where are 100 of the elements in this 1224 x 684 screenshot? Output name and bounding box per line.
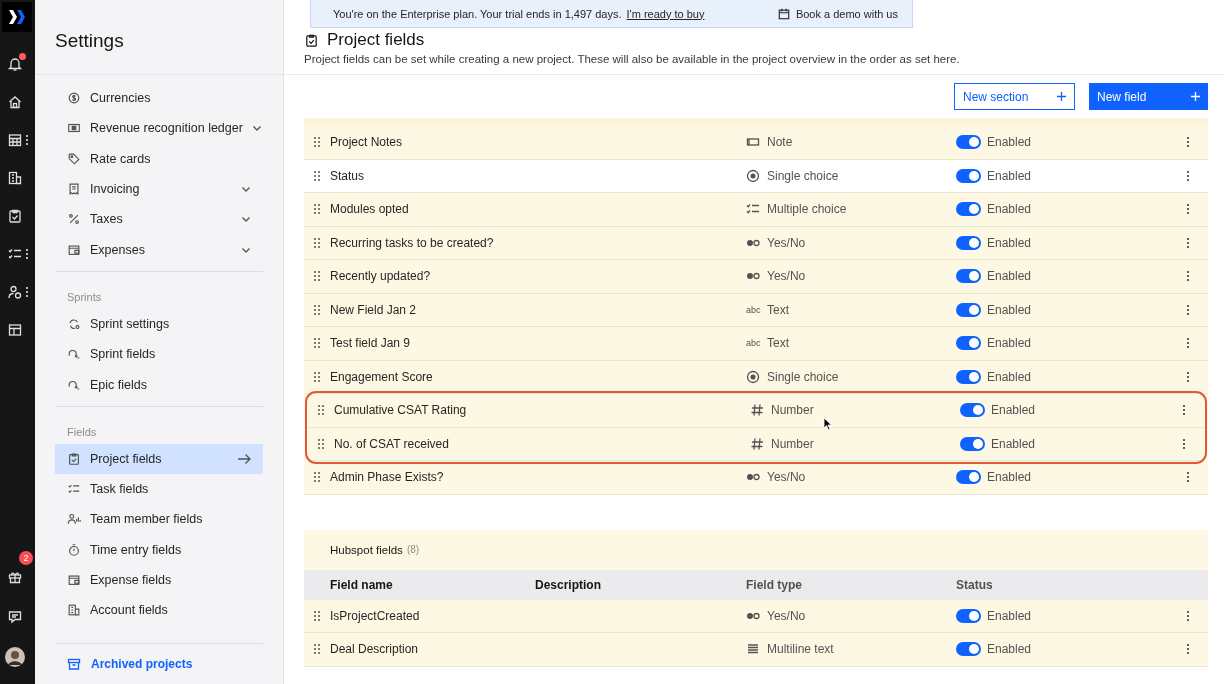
toggle-switch[interactable] [956, 235, 981, 250]
sidebar-item[interactable]: Time entry fields [55, 534, 263, 565]
row-menu-button[interactable] [1186, 203, 1190, 216]
book-demo-link[interactable]: Book a demo with us [777, 7, 898, 20]
row-menu-button[interactable] [1182, 404, 1186, 417]
sidebar-item[interactable]: Expense fields [55, 564, 263, 596]
sidebar-item[interactable]: Currencies [55, 83, 263, 114]
status-label: Enabled [991, 403, 1036, 418]
field-name: Recently updated? [329, 269, 432, 284]
row-menu-button[interactable] [1186, 370, 1190, 383]
drag-handle-icon [313, 609, 321, 622]
calendar-button[interactable] [7, 132, 23, 148]
more-icon [1182, 437, 1186, 450]
toggle-switch[interactable] [956, 269, 981, 284]
archive-icon [67, 657, 81, 671]
user-avatar[interactable] [5, 647, 25, 667]
toggle-switch[interactable] [956, 642, 981, 657]
toggle-switch[interactable] [960, 403, 985, 418]
sidebar-item[interactable]: Rate cards [55, 143, 263, 174]
toggle-switch[interactable] [956, 135, 981, 150]
field-name: Modules opted [329, 202, 410, 217]
toggle-switch[interactable] [956, 336, 981, 351]
column-header: Field type [746, 577, 803, 592]
row-menu-button[interactable] [1186, 337, 1190, 350]
row-menu-button[interactable] [1186, 471, 1190, 484]
clipboard-icon [7, 208, 23, 224]
field-name: Deal Description [329, 642, 420, 657]
more-icon [1186, 203, 1190, 216]
status-label: Enabled [987, 135, 1032, 150]
building-icon [7, 170, 23, 186]
archived-projects-link[interactable]: Archived projects [55, 643, 263, 684]
field-name: Status [329, 168, 366, 183]
building-button[interactable] [7, 170, 23, 186]
app-logo[interactable] [2, 2, 32, 32]
chat-button[interactable] [7, 609, 23, 625]
field-type: Multiline text [767, 642, 834, 657]
more-icon [1186, 236, 1190, 249]
tag-icon [67, 151, 81, 166]
toggle-switch[interactable] [960, 436, 985, 451]
row-menu-button[interactable] [1182, 437, 1186, 450]
sidebar-item[interactable]: Project fields [55, 443, 263, 474]
more-icon [1186, 471, 1190, 484]
toggle-switch[interactable] [956, 168, 981, 183]
chat-icon [7, 609, 23, 625]
field-name: Test field Jan 9 [329, 336, 412, 351]
more-icon [1186, 609, 1190, 622]
count-badge: 2 [19, 551, 33, 565]
radio-icon [746, 168, 760, 183]
toggle-switch[interactable] [956, 369, 981, 384]
sidebar-item[interactable]: Account fields [55, 595, 263, 626]
sidebar-item[interactable]: Sprint settings [55, 308, 263, 340]
row-menu-button[interactable] [1186, 303, 1190, 316]
sidebar-item[interactable]: Revenue recognition ledger [55, 113, 263, 144]
drag-handle-icon [313, 643, 321, 656]
row-menu-button[interactable] [1186, 643, 1190, 656]
clipboard-icon [304, 32, 319, 48]
field-name: No. of CSAT received [333, 436, 450, 451]
drag-handle-icon [317, 404, 325, 417]
drag-handle-icon [313, 337, 321, 350]
row-menu-button[interactable] [1186, 136, 1190, 149]
column-header: Status [956, 577, 994, 592]
row-menu-button[interactable] [1186, 270, 1190, 283]
field-type: Yes/No [767, 608, 806, 623]
sidebar-item[interactable]: Sprint fields [55, 339, 263, 370]
home-button[interactable] [7, 94, 23, 110]
status-label: Enabled [987, 235, 1032, 250]
drag-handle-icon [317, 437, 325, 450]
sidebar-item[interactable]: Team member fields [55, 504, 263, 535]
field-type: Single choice [767, 168, 839, 183]
clipboard-icon [67, 451, 81, 466]
sidebar-item[interactable]: Expenses [55, 234, 263, 265]
toggle-switch[interactable] [956, 608, 981, 623]
more-icon [1186, 370, 1190, 383]
sidebar-item[interactable]: Taxes [55, 204, 263, 235]
percent-icon [67, 212, 81, 227]
toggle-switch[interactable] [956, 202, 981, 217]
drag-handle-icon [313, 370, 321, 383]
sidebar-item[interactable]: Task fields [55, 473, 263, 505]
row-menu-button[interactable] [1186, 609, 1190, 622]
new-section-button[interactable]: New section [954, 83, 1075, 110]
sidebar-item[interactable]: Epic fields [55, 369, 263, 400]
row-menu-button[interactable] [1186, 236, 1190, 249]
new-field-button[interactable]: New field [1089, 83, 1208, 110]
row-menu-button[interactable] [1186, 169, 1190, 182]
layout-button[interactable] [7, 322, 23, 338]
toggle-switch[interactable] [956, 470, 981, 485]
buy-link[interactable]: I'm ready to buy [626, 7, 705, 20]
team-icon [67, 512, 81, 527]
clipboard-button[interactable] [7, 208, 23, 224]
more-icon [1186, 270, 1190, 283]
status-label: Enabled [987, 202, 1032, 217]
section-heading: Sprints [66, 289, 103, 305]
plus-icon [1057, 92, 1066, 101]
toggle-switch[interactable] [956, 302, 981, 317]
field-type: Yes/No [767, 235, 806, 250]
drag-handle-icon [313, 471, 321, 484]
sidebar-item[interactable]: Invoicing [55, 173, 263, 205]
person-button[interactable] [7, 284, 23, 300]
bell-button[interactable] [7, 56, 23, 72]
more-icon [1182, 404, 1186, 417]
